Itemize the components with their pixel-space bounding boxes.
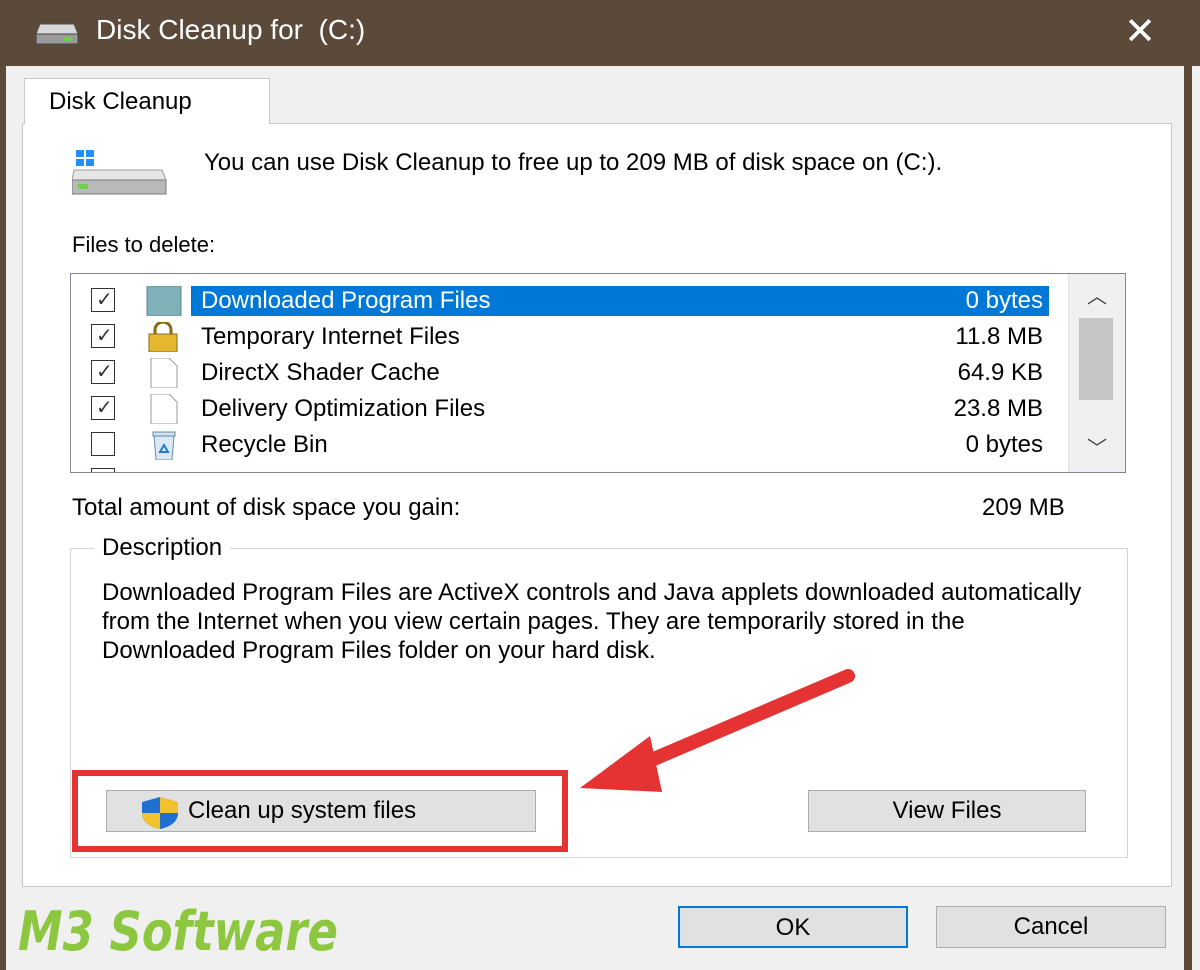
- list-item-checkbox[interactable]: ✓: [91, 396, 115, 420]
- list-item-name: Downloaded Program Files: [195, 286, 497, 316]
- disk-cleanup-app-icon: [35, 23, 79, 45]
- list-item-checkbox[interactable]: [91, 468, 115, 472]
- list-item[interactable]: ✓ Delivery Optimization Files 23.8 MB: [71, 390, 1071, 426]
- list-item-size: 23.8 MB: [953, 395, 1043, 422]
- list-item-checkbox[interactable]: [91, 432, 115, 456]
- list-item[interactable]: ✓ Temporary Internet Files 11.8 MB: [71, 318, 1071, 354]
- scroll-thumb[interactable]: [1079, 318, 1113, 400]
- list-item-checkbox[interactable]: ✓: [91, 288, 115, 312]
- scroll-down-icon[interactable]: ﹀: [1069, 432, 1125, 468]
- svg-text:M3 Software: M3 Software: [18, 900, 338, 963]
- description-text: Downloaded Program Files are ActiveX con…: [102, 579, 1082, 664]
- uac-shield-icon: [142, 797, 178, 829]
- list-scrollbar[interactable]: ︿ ﹀: [1068, 274, 1125, 472]
- recycle-bin-icon: [152, 431, 176, 460]
- total-gain-value: 209 MB: [982, 494, 1065, 521]
- list-item-name: Delivery Optimization Files: [201, 395, 486, 422]
- list-item-size: 0 bytes: [965, 431, 1043, 458]
- file-icon: [150, 394, 178, 424]
- files-to-delete-label: Files to delete:: [72, 232, 216, 257]
- checkmark-icon: ✓: [96, 289, 113, 311]
- scroll-up-icon[interactable]: ︿: [1069, 280, 1125, 316]
- checkmark-icon: ✓: [96, 361, 113, 383]
- total-gain-label: Total amount of disk space you gain:: [72, 494, 461, 521]
- window-title: Disk Cleanup for (C:): [96, 14, 366, 45]
- description-legend: Description: [94, 534, 231, 562]
- title-bar: Disk Cleanup for (C:) ✕: [0, 0, 1200, 66]
- tab-disk-cleanup[interactable]: Disk Cleanup: [24, 78, 270, 124]
- intro-text: You can use Disk Cleanup to free up to 2…: [204, 149, 943, 176]
- list-item-name: Temporary Internet Files: [201, 323, 460, 350]
- list-item-checkbox[interactable]: ✓: [91, 324, 115, 348]
- ok-button[interactable]: OK: [678, 906, 908, 948]
- clean-up-button-label: Clean up system files: [188, 797, 417, 824]
- list-item-size: 64.9 KB: [957, 359, 1043, 386]
- files-listbox[interactable]: ✓ Downloaded Program Files 0 bytes ✓ Tem…: [70, 273, 1126, 473]
- list-item[interactable]: Recycle Bin 0 bytes: [71, 426, 1071, 462]
- list-item-size: 11.8 MB: [955, 323, 1043, 350]
- view-files-button[interactable]: View Files: [808, 790, 1086, 832]
- list-item-checkbox[interactable]: ✓: [91, 360, 115, 384]
- file-icon: [150, 358, 178, 388]
- list-item[interactable]: [71, 462, 1071, 472]
- drive-icon: [72, 150, 167, 195]
- close-button[interactable]: ✕: [1110, 4, 1170, 62]
- folder-icon: [146, 286, 182, 316]
- cancel-button[interactable]: Cancel: [936, 906, 1166, 948]
- list-item-name: DirectX Shader Cache: [201, 359, 440, 386]
- list-item[interactable]: ✓ DirectX Shader Cache 64.9 KB: [71, 354, 1071, 390]
- checkmark-icon: ✓: [96, 397, 113, 419]
- list-item-size: 0 bytes: [959, 286, 1049, 316]
- lock-icon: [148, 322, 178, 352]
- list-item[interactable]: ✓ Downloaded Program Files 0 bytes: [71, 282, 1071, 318]
- checkmark-icon: ✓: [96, 325, 113, 347]
- m3-software-logo: M3 Software: [18, 900, 338, 963]
- list-item-name: Recycle Bin: [201, 431, 328, 458]
